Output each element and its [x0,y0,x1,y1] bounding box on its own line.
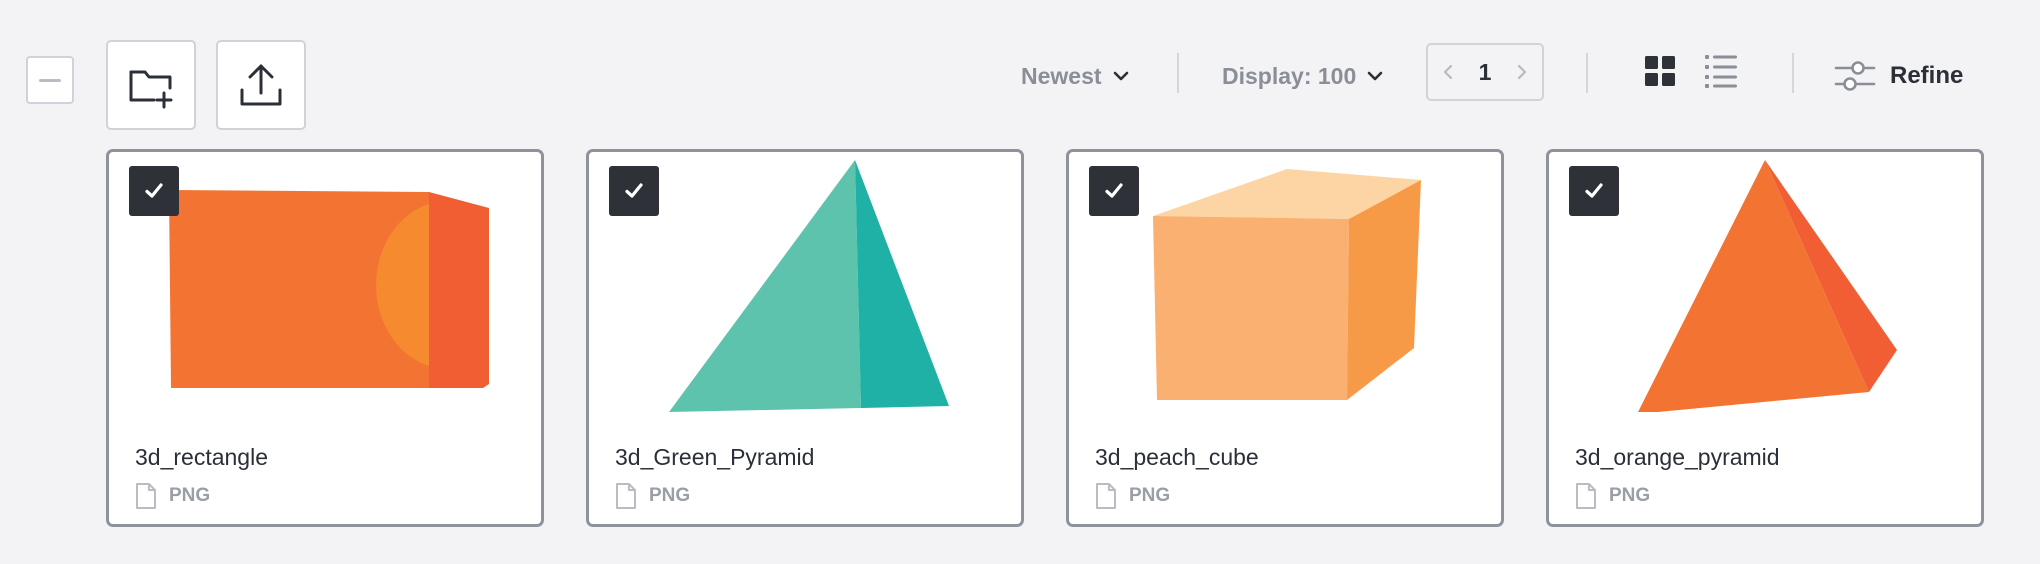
sliders-icon [1834,61,1876,91]
list-icon[interactable] [1705,54,1737,88]
divider [1177,53,1179,93]
grid-icon[interactable] [1645,56,1675,86]
divider [1586,53,1588,93]
file-type-label: PNG [649,485,691,506]
asset-name: 3d_rectangle [135,444,268,470]
upload-icon [240,64,282,106]
sort-dropdown[interactable]: Newest [1021,40,1130,112]
file-icon [136,483,156,509]
display-count-dropdown[interactable]: Display: 100 [1222,40,1384,112]
asset-card[interactable]: 3d_peach_cube PNG [1066,149,1504,527]
select-checkbox[interactable] [609,166,659,216]
file-type-label: PNG [1609,485,1651,506]
checkmark-icon [1105,183,1123,198]
file-type: PNG [1575,482,1650,510]
select-checkbox[interactable] [129,166,179,216]
checkmark-icon [625,183,643,198]
page-number[interactable]: 1 [1479,59,1492,86]
asset-name: 3d_Green_Pyramid [615,444,815,470]
chevron-down-icon [1113,71,1128,81]
file-icon [1096,483,1116,509]
select-checkbox[interactable] [1569,166,1619,216]
file-icon [616,483,636,509]
minus-icon [39,78,61,82]
select-checkbox[interactable] [1089,166,1139,216]
asset-browser: Newest Display: 100 1 Refine 3d_rectangl… [0,0,2040,564]
file-type-label: PNG [1129,485,1171,506]
sort-label: Newest [1021,62,1102,89]
display-count-label: Display: 100 [1222,62,1357,89]
asset-card[interactable]: 3d_orange_pyramid PNG [1546,149,1984,527]
deselect-all-button[interactable] [26,56,74,104]
chevron-left-icon[interactable] [1440,63,1458,81]
chevron-right-icon[interactable] [1512,63,1530,81]
file-type: PNG [615,482,690,510]
file-type-label: PNG [169,485,211,506]
new-folder-button[interactable] [106,40,196,130]
chevron-down-icon [1367,71,1383,81]
file-type: PNG [135,482,210,510]
upload-button[interactable] [216,40,306,130]
checkmark-icon [145,183,163,198]
pagination: 1 [1426,43,1544,101]
asset-name: 3d_orange_pyramid [1575,444,1780,470]
folder-plus-icon [129,70,173,109]
checkmark-icon [1585,183,1603,198]
divider [1792,53,1794,93]
asset-name: 3d_peach_cube [1095,444,1259,470]
file-icon [1576,483,1596,509]
refine-label: Refine [1890,62,1964,89]
file-type: PNG [1095,482,1170,510]
asset-card[interactable]: 3d_rectangle PNG [106,149,544,527]
asset-card[interactable]: 3d_Green_Pyramid PNG [586,149,1024,527]
refine-button[interactable]: Refine [1834,40,1963,112]
